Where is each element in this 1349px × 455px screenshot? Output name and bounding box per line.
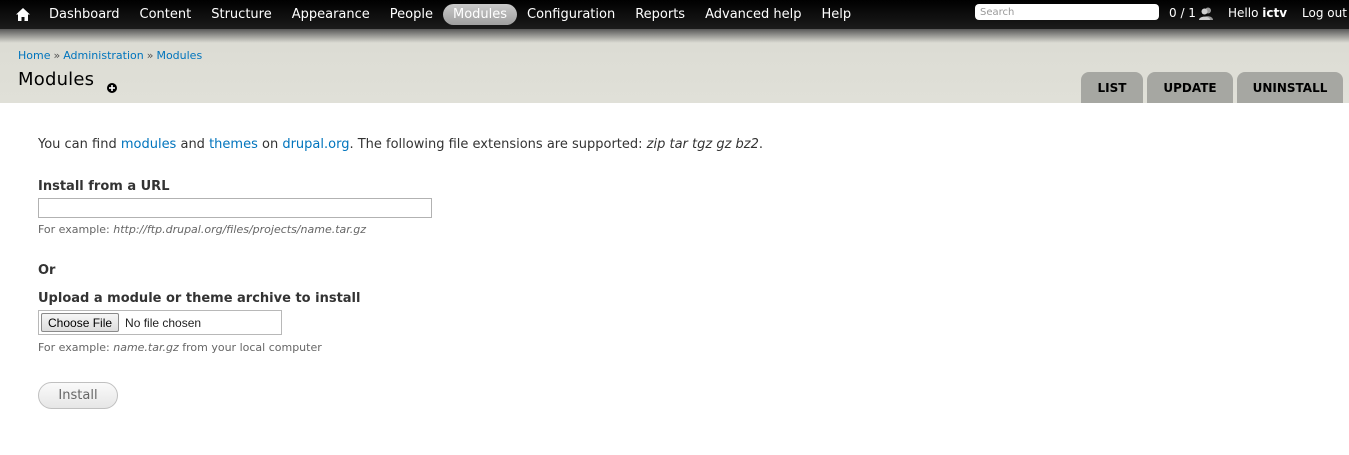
- add-shortcut-icon[interactable]: [107, 78, 117, 93]
- toolbar-search-input[interactable]: [975, 4, 1159, 20]
- breadcrumb-separator: »: [53, 49, 61, 62]
- toolbar-item-reports[interactable]: Reports: [625, 4, 695, 25]
- or-separator: Or: [38, 263, 56, 278]
- toolbar-item-modules[interactable]: Modules: [442, 4, 518, 25]
- upload-example: name.tar.gz: [113, 341, 179, 354]
- page-title: Modules: [18, 69, 95, 90]
- admin-toolbar: Dashboard Content Structure Appearance P…: [0, 0, 1349, 29]
- breadcrumb-administration[interactable]: Administration: [63, 49, 144, 62]
- install-button[interactable]: Install: [38, 382, 118, 409]
- intro-text-part: and: [176, 137, 210, 152]
- toolbar-item-structure[interactable]: Structure: [201, 4, 281, 25]
- breadcrumb-home[interactable]: Home: [18, 49, 50, 62]
- toolbar-item-dashboard[interactable]: Dashboard: [39, 4, 130, 25]
- secondary-tabs: List Update Uninstall: [1081, 72, 1347, 103]
- toolbar-item-content[interactable]: Content: [130, 4, 202, 25]
- greeting-text: Hello: [1228, 6, 1259, 20]
- toolbar-item-appearance[interactable]: Appearance: [282, 4, 380, 25]
- url-field-description: For example: http://ftp.drupal.org/files…: [38, 223, 366, 236]
- supported-extensions: zip tar tgz gz bz2: [646, 137, 759, 152]
- toolbar-item-configuration[interactable]: Configuration: [517, 4, 625, 25]
- description-prefix: For example:: [38, 341, 114, 354]
- toolbar-item-advanced-help[interactable]: Advanced help: [695, 4, 811, 25]
- tab-uninstall[interactable]: Uninstall: [1237, 72, 1343, 103]
- description-suffix: from your local computer: [178, 341, 322, 354]
- page-header: Home» Administration» Modules Modules List…: [0, 29, 1349, 103]
- tab-update[interactable]: Update: [1147, 72, 1233, 103]
- intro-text-part: on: [257, 137, 283, 152]
- home-icon[interactable]: [14, 5, 32, 23]
- user-greeting: Hello ictv: [1228, 6, 1287, 20]
- breadcrumb-modules[interactable]: Modules: [156, 49, 202, 62]
- breadcrumb-separator: »: [146, 49, 154, 62]
- online-users-counter: 0 / 1: [1169, 6, 1213, 20]
- online-users-count: 0 / 1: [1169, 6, 1196, 20]
- toolbar-menu: Dashboard Content Structure Appearance P…: [39, 0, 861, 29]
- username-link[interactable]: ictv: [1262, 6, 1287, 20]
- tab-list[interactable]: List: [1081, 72, 1143, 103]
- file-status-text: No file chosen: [125, 315, 202, 330]
- url-example: http://ftp.drupal.org/files/projects/nam…: [113, 223, 367, 236]
- upload-file-input[interactable]: Choose File No file chosen: [38, 310, 282, 335]
- description-prefix: For example:: [38, 223, 114, 236]
- intro-text-part: .: [758, 137, 764, 152]
- install-url-input[interactable]: [38, 198, 432, 218]
- toolbar-item-help[interactable]: Help: [812, 4, 862, 25]
- themes-link[interactable]: themes: [209, 137, 258, 152]
- logout-link[interactable]: Log out: [1302, 6, 1347, 20]
- intro-text-part: . The following file extensions are supp…: [349, 137, 647, 152]
- breadcrumb: Home» Administration» Modules: [18, 49, 202, 62]
- drupal-org-link[interactable]: drupal.org: [282, 137, 349, 152]
- users-icon: [1198, 7, 1213, 20]
- upload-field-description: For example: name.tar.gz from your local…: [38, 341, 322, 354]
- intro-text: You can find modules and themes on drupa…: [38, 137, 763, 152]
- upload-field-label: Upload a module or theme archive to inst…: [38, 291, 361, 306]
- modules-link[interactable]: modules: [121, 137, 177, 152]
- intro-text-part: You can find: [38, 137, 121, 152]
- choose-file-button[interactable]: Choose File: [41, 313, 120, 332]
- toolbar-item-people[interactable]: People: [380, 4, 443, 25]
- url-field-label: Install from a URL: [38, 179, 170, 194]
